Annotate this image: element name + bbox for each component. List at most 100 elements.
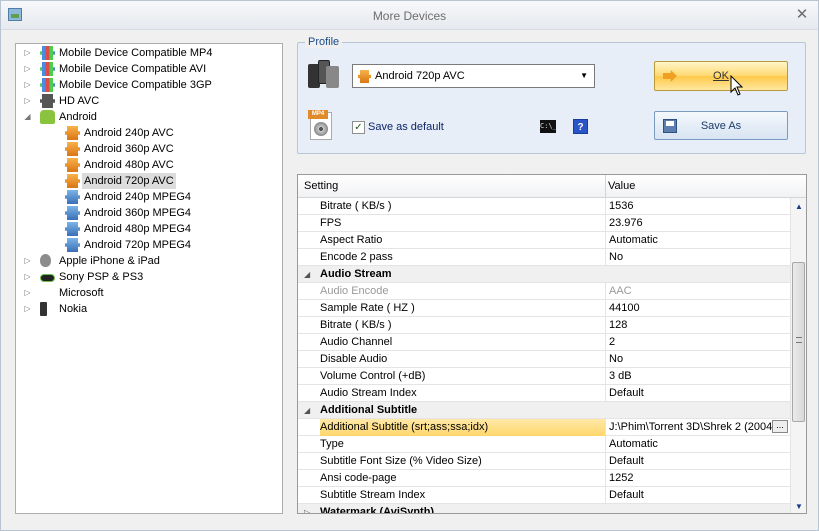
ok-button-label: OK bbox=[713, 70, 729, 82]
grid-row[interactable]: Ansi code-page 1252 bbox=[298, 470, 790, 487]
grid-setting-value[interactable]: Default bbox=[605, 487, 790, 504]
expand-arrow-icon[interactable]: ▷ bbox=[23, 301, 32, 317]
scroll-up-icon[interactable]: ▲ bbox=[795, 202, 803, 211]
tree-item-label[interactable]: HD AVC bbox=[57, 93, 101, 109]
tree-item[interactable]: ▷ Mobile Device Compatible AVI bbox=[16, 61, 282, 77]
expand-arrow-icon[interactable]: ▷ bbox=[23, 93, 32, 109]
device-tree[interactable]: ▷ Mobile Device Compatible MP4 ▷ Mobile Dev… bbox=[15, 43, 283, 514]
collapse-arrow-icon[interactable]: ◢ bbox=[304, 402, 310, 419]
grid-setting-value[interactable]: AAC bbox=[605, 283, 790, 300]
tree-item[interactable]: Android 360p AVC bbox=[16, 141, 282, 157]
expand-arrow-icon[interactable]: ▷ bbox=[23, 253, 32, 269]
tree-item-label[interactable]: Sony PSP & PS3 bbox=[57, 269, 145, 285]
grid-setting-value[interactable]: 2 bbox=[605, 334, 790, 351]
grid-setting-value[interactable]: 1536 bbox=[605, 198, 790, 215]
grid-row[interactable]: Sample Rate ( HZ ) 44100 bbox=[298, 300, 790, 317]
grid-row[interactable]: Type Automatic bbox=[298, 436, 790, 453]
grid-setting-value[interactable]: 23.976 bbox=[605, 215, 790, 232]
tree-item-label[interactable]: Mobile Device Compatible 3GP bbox=[57, 77, 214, 93]
grid-setting-value[interactable]: Default bbox=[605, 453, 790, 470]
grid-row[interactable]: Audio Channel 2 bbox=[298, 334, 790, 351]
grid-category-row[interactable]: ◢ Additional Subtitle bbox=[298, 402, 790, 419]
tree-item-label[interactable]: Android 720p MPEG4 bbox=[82, 237, 193, 253]
grid-setting-value[interactable]: J:\Phim\Torrent 3D\Shrek 2 (2004... bbox=[605, 419, 790, 436]
help-icon[interactable]: ? bbox=[573, 119, 588, 134]
tree-item[interactable]: ▷ Mobile Device Compatible MP4 bbox=[16, 45, 282, 61]
grid-row[interactable]: Bitrate ( KB/s ) 128 bbox=[298, 317, 790, 334]
tree-item[interactable]: Android 360p MPEG4 bbox=[16, 205, 282, 221]
expand-arrow-icon[interactable]: ▷ bbox=[23, 45, 32, 61]
tree-item[interactable]: Android 720p AVC bbox=[16, 173, 282, 189]
tree-item[interactable]: Android 480p MPEG4 bbox=[16, 221, 282, 237]
tree-item[interactable]: Android 240p MPEG4 bbox=[16, 189, 282, 205]
tree-item-label[interactable]: Android 240p AVC bbox=[82, 125, 176, 141]
tree-item-label[interactable]: Android bbox=[57, 109, 99, 125]
expand-arrow-icon[interactable]: ▷ bbox=[304, 504, 310, 513]
grid-row[interactable]: Subtitle Font Size (% Video Size) Default bbox=[298, 453, 790, 470]
grid-setting-value[interactable]: No bbox=[605, 249, 790, 266]
collapse-arrow-icon[interactable]: ◢ bbox=[304, 266, 310, 283]
grid-category-row[interactable]: ◢ Audio Stream bbox=[298, 266, 790, 283]
grid-row[interactable]: Audio Encode AAC bbox=[298, 283, 790, 300]
tree-item-label[interactable]: Microsoft bbox=[57, 285, 106, 301]
grid-row[interactable]: Volume Control (+dB) 3 dB bbox=[298, 368, 790, 385]
column-header-value[interactable]: Value bbox=[608, 180, 635, 192]
command-prompt-icon[interactable]: C:\_ bbox=[540, 120, 557, 133]
scrollbar-thumb[interactable] bbox=[792, 262, 805, 422]
tree-item[interactable]: ▷ Sony PSP & PS3 bbox=[16, 269, 282, 285]
film-blue-icon bbox=[65, 238, 80, 252]
grid-setting-value[interactable]: Automatic bbox=[605, 232, 790, 249]
scroll-down-icon[interactable]: ▼ bbox=[795, 502, 803, 511]
grid-row[interactable]: FPS 23.976 bbox=[298, 215, 790, 232]
expand-arrow-icon[interactable]: ▷ bbox=[23, 77, 32, 93]
tree-item-label[interactable]: Nokia bbox=[57, 301, 89, 317]
grid-row[interactable]: Subtitle Stream Index Default bbox=[298, 487, 790, 504]
tree-item[interactable]: Android 720p MPEG4 bbox=[16, 237, 282, 253]
save-as-default-label[interactable]: Save as default bbox=[368, 121, 444, 133]
grid-setting-value[interactable]: 128 bbox=[605, 317, 790, 334]
browse-button[interactable]: ... bbox=[772, 420, 788, 433]
tree-item[interactable]: Android 240p AVC bbox=[16, 125, 282, 141]
grid-setting-value[interactable]: 3 dB bbox=[605, 368, 790, 385]
tree-item[interactable]: ◢ Android bbox=[16, 109, 282, 125]
dropdown-arrow-icon[interactable]: ▼ bbox=[580, 71, 588, 80]
close-button[interactable]: ✕ bbox=[794, 7, 810, 23]
tree-item[interactable]: ▷ Nokia bbox=[16, 301, 282, 317]
tree-item-label[interactable]: Android 360p AVC bbox=[82, 141, 176, 157]
tree-item-label[interactable]: Mobile Device Compatible MP4 bbox=[57, 45, 214, 61]
grid-row[interactable]: Disable Audio No bbox=[298, 351, 790, 368]
tree-item[interactable]: ▷ Apple iPhone & iPad bbox=[16, 253, 282, 269]
vertical-scrollbar[interactable]: ▲ ▼ bbox=[790, 198, 806, 513]
column-header-setting[interactable]: Setting bbox=[304, 180, 338, 192]
grid-row[interactable]: Encode 2 pass No bbox=[298, 249, 790, 266]
expand-arrow-icon[interactable]: ▷ bbox=[23, 61, 32, 77]
tree-item-label[interactable]: Mobile Device Compatible AVI bbox=[57, 61, 208, 77]
save-as-default-checkbox[interactable]: ✓ bbox=[352, 121, 365, 134]
tree-item-label[interactable]: Android 480p MPEG4 bbox=[82, 221, 193, 237]
tree-item-label[interactable]: Android 240p MPEG4 bbox=[82, 189, 193, 205]
grid-setting-value[interactable]: 44100 bbox=[605, 300, 790, 317]
tree-item-label[interactable]: Android 360p MPEG4 bbox=[82, 205, 193, 221]
tree-item[interactable]: ▷ HD AVC bbox=[16, 93, 282, 109]
tree-item-label[interactable]: Apple iPhone & iPad bbox=[57, 253, 162, 269]
profile-dropdown[interactable]: Android 720p AVC ▼ bbox=[352, 64, 595, 88]
grid-row[interactable]: Additional Subtitle (srt;ass;ssa;idx) J:\… bbox=[298, 419, 790, 436]
grid-setting-value[interactable]: No bbox=[605, 351, 790, 368]
tree-item-label[interactable]: Android 480p AVC bbox=[82, 157, 176, 173]
grid-setting-value[interactable]: Automatic bbox=[605, 436, 790, 453]
tree-item-label[interactable]: Android 720p AVC bbox=[82, 173, 176, 189]
tree-item[interactable]: ▷ Mobile Device Compatible 3GP bbox=[16, 77, 282, 93]
grid-row[interactable]: Aspect Ratio Automatic bbox=[298, 232, 790, 249]
save-as-button[interactable]: Save As bbox=[654, 111, 788, 140]
grid-row[interactable]: Bitrate ( KB/s ) 1536 bbox=[298, 198, 790, 215]
tree-item[interactable]: ▷ Microsoft bbox=[16, 285, 282, 301]
ok-button[interactable]: OK bbox=[654, 61, 788, 91]
grid-setting-value[interactable]: 1252 bbox=[605, 470, 790, 487]
grid-row[interactable]: Audio Stream Index Default bbox=[298, 385, 790, 402]
grid-setting-value[interactable]: Default bbox=[605, 385, 790, 402]
collapse-arrow-icon[interactable]: ◢ bbox=[23, 109, 32, 125]
expand-arrow-icon[interactable]: ▷ bbox=[23, 285, 32, 301]
grid-category-row[interactable]: ▷ Watermark (AviSynth) bbox=[298, 504, 790, 513]
tree-item[interactable]: Android 480p AVC bbox=[16, 157, 282, 173]
expand-arrow-icon[interactable]: ▷ bbox=[23, 269, 32, 285]
